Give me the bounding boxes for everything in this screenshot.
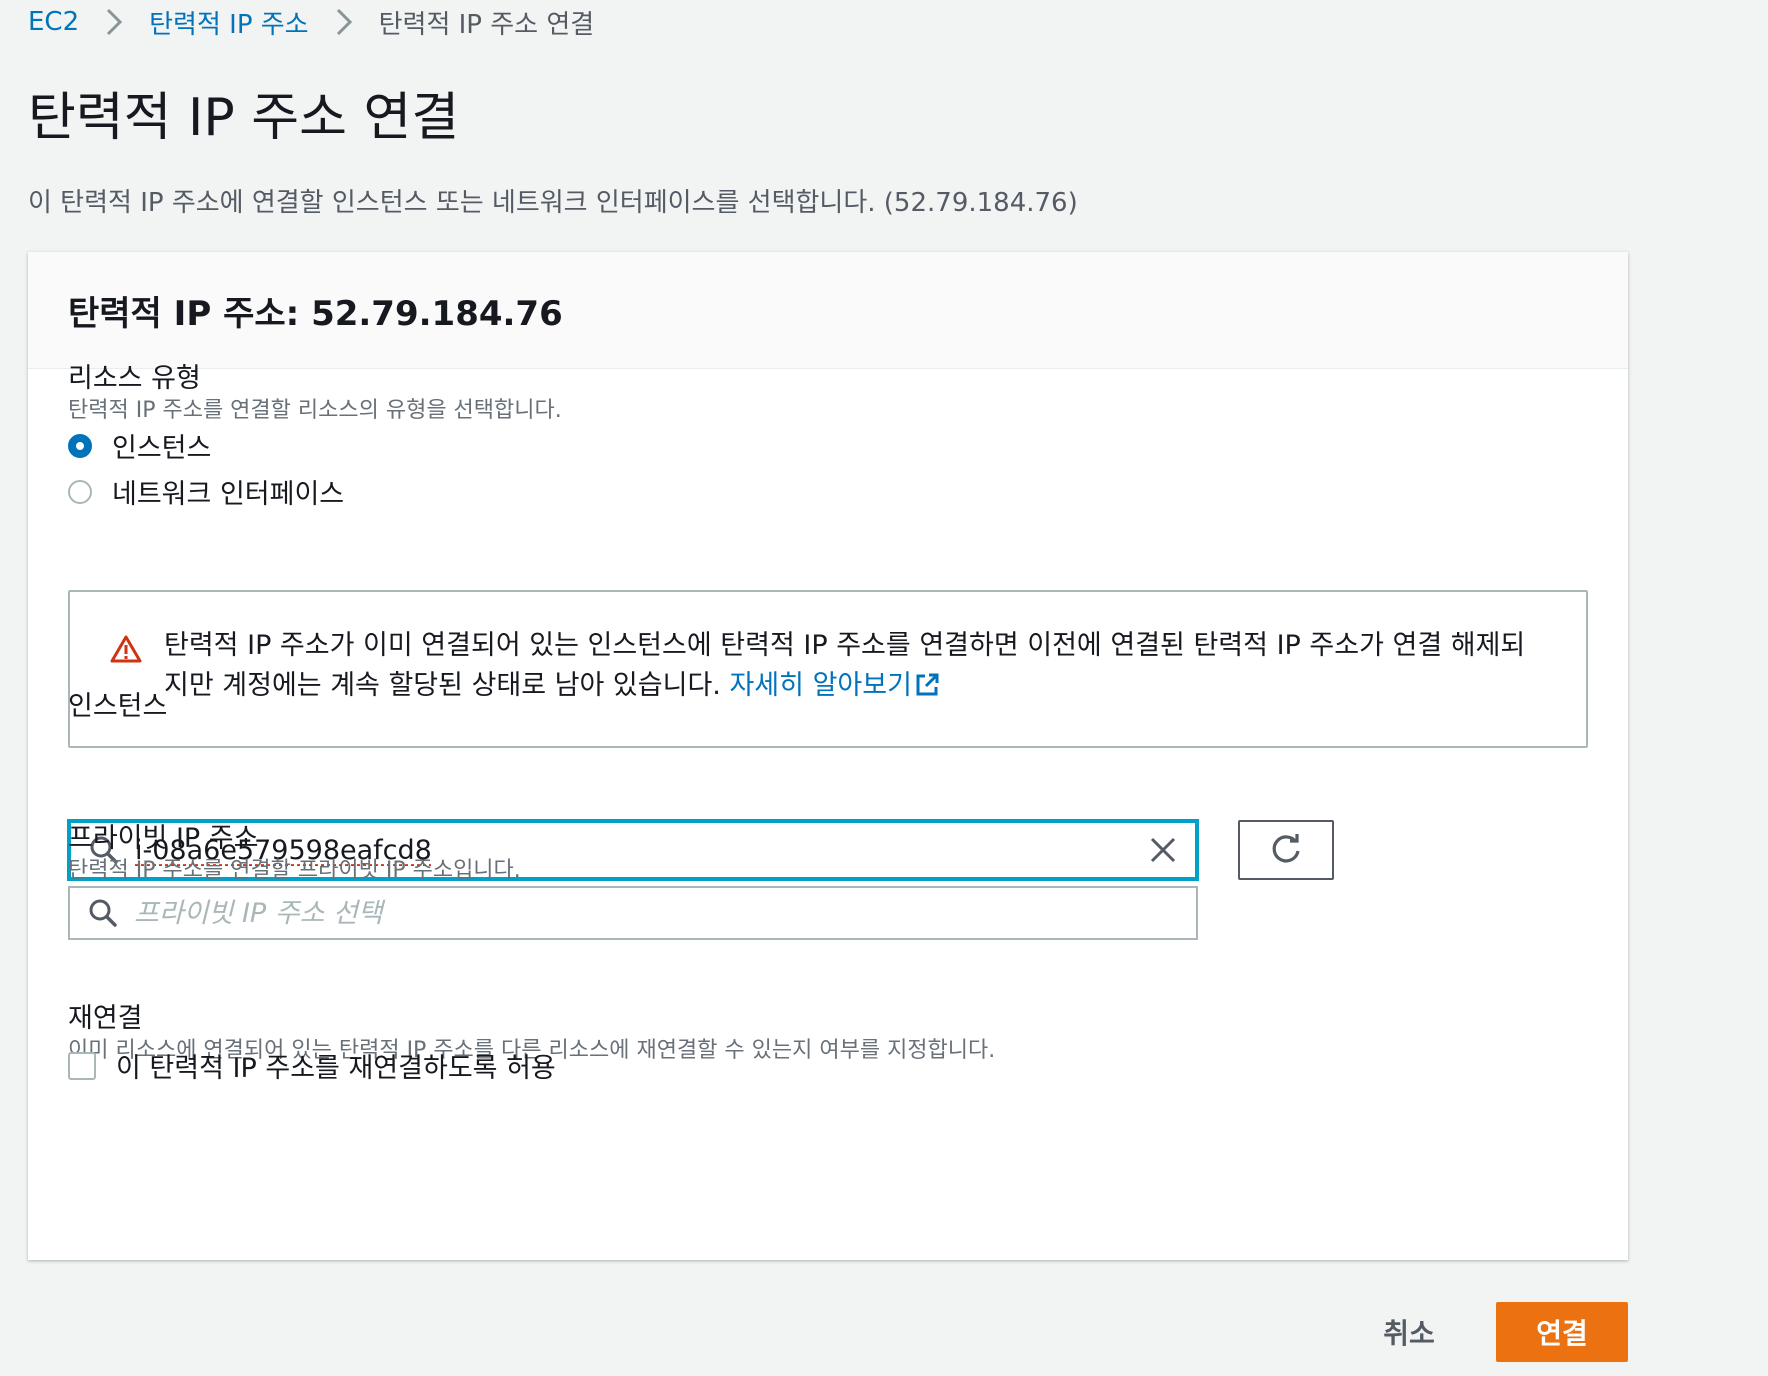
- chevron-right-icon: [335, 7, 353, 37]
- private-ip-label: 프라이빗 IP 주소: [68, 823, 259, 854]
- radio-button-network-interface[interactable]: [68, 479, 92, 504]
- warning-icon: [110, 634, 142, 668]
- instance-label: 인스턴스: [68, 691, 168, 722]
- private-ip-search[interactable]: [68, 886, 1198, 940]
- learn-more-link[interactable]: 자세히 알아보기: [729, 670, 939, 701]
- breadcrumb-elastic-ip[interactable]: 탄력적 IP 주소: [149, 4, 308, 41]
- resource-type-label: 리소스 유형: [68, 363, 201, 394]
- radio-button-instance[interactable]: [68, 433, 92, 458]
- refresh-icon: [1272, 834, 1300, 863]
- allow-reassociation-label: 이 탄력적 IP 주소를 재연결하도록 허용: [116, 1053, 556, 1084]
- breadcrumb-current: 탄력적 IP 주소 연결: [378, 9, 595, 40]
- clear-icon[interactable]: [1149, 836, 1177, 864]
- associate-button[interactable]: 연결: [1496, 1302, 1628, 1362]
- breadcrumb-ec2[interactable]: EC2: [28, 7, 79, 37]
- alert-message: 탄력적 IP 주소가 이미 연결되어 있는 인스턴스에 탄력적 IP 주소를 연…: [164, 626, 1544, 706]
- allow-reassociation-checkbox[interactable]: [68, 1051, 96, 1080]
- radio-network-interface-label: 네트워크 인터페이스: [112, 479, 345, 510]
- radio-instance[interactable]: 인스턴스: [68, 426, 211, 465]
- radio-instance-label: 인스턴스: [112, 433, 212, 464]
- warning-alert: 탄력적 IP 주소가 이미 연결되어 있는 인스턴스에 탄력적 IP 주소를 연…: [68, 590, 1588, 748]
- resource-type-description: 탄력적 IP 주소를 연결할 리소스의 유형을 선택합니다.: [68, 398, 562, 423]
- radio-network-interface[interactable]: 네트워크 인터페이스: [68, 472, 344, 511]
- search-icon: [88, 898, 118, 928]
- private-ip-input[interactable]: [134, 897, 1196, 929]
- chevron-right-icon: [105, 7, 123, 37]
- cancel-button[interactable]: 취소: [1364, 1302, 1454, 1362]
- external-link-icon: [916, 673, 939, 696]
- page-title: 탄력적 IP 주소 연결: [28, 88, 460, 148]
- allow-reassociation-option[interactable]: 이 탄력적 IP 주소를 재연결하도록 허용: [68, 1046, 556, 1085]
- elastic-ip-panel: 탄력적 IP 주소: 52.79.184.76 리소스 유형 탄력적 IP 주소…: [28, 252, 1628, 1260]
- reassociation-label: 재연결: [68, 1003, 143, 1034]
- page-description: 이 탄력적 IP 주소에 연결할 인스턴스 또는 네트워크 인터페이스를 선택합…: [28, 188, 1078, 218]
- panel-header: 탄력적 IP 주소: 52.79.184.76: [28, 252, 1628, 369]
- refresh-button[interactable]: [1238, 820, 1334, 880]
- private-ip-description: 탄력적 IP 주소를 연결할 프라이빗 IP 주소입니다.: [68, 858, 521, 883]
- breadcrumb: EC2 탄력적 IP 주소 탄력적 IP 주소 연결: [28, 2, 594, 42]
- learn-more-label: 자세히 알아보기: [729, 670, 912, 701]
- panel-title: 탄력적 IP 주소: 52.79.184.76: [68, 293, 563, 334]
